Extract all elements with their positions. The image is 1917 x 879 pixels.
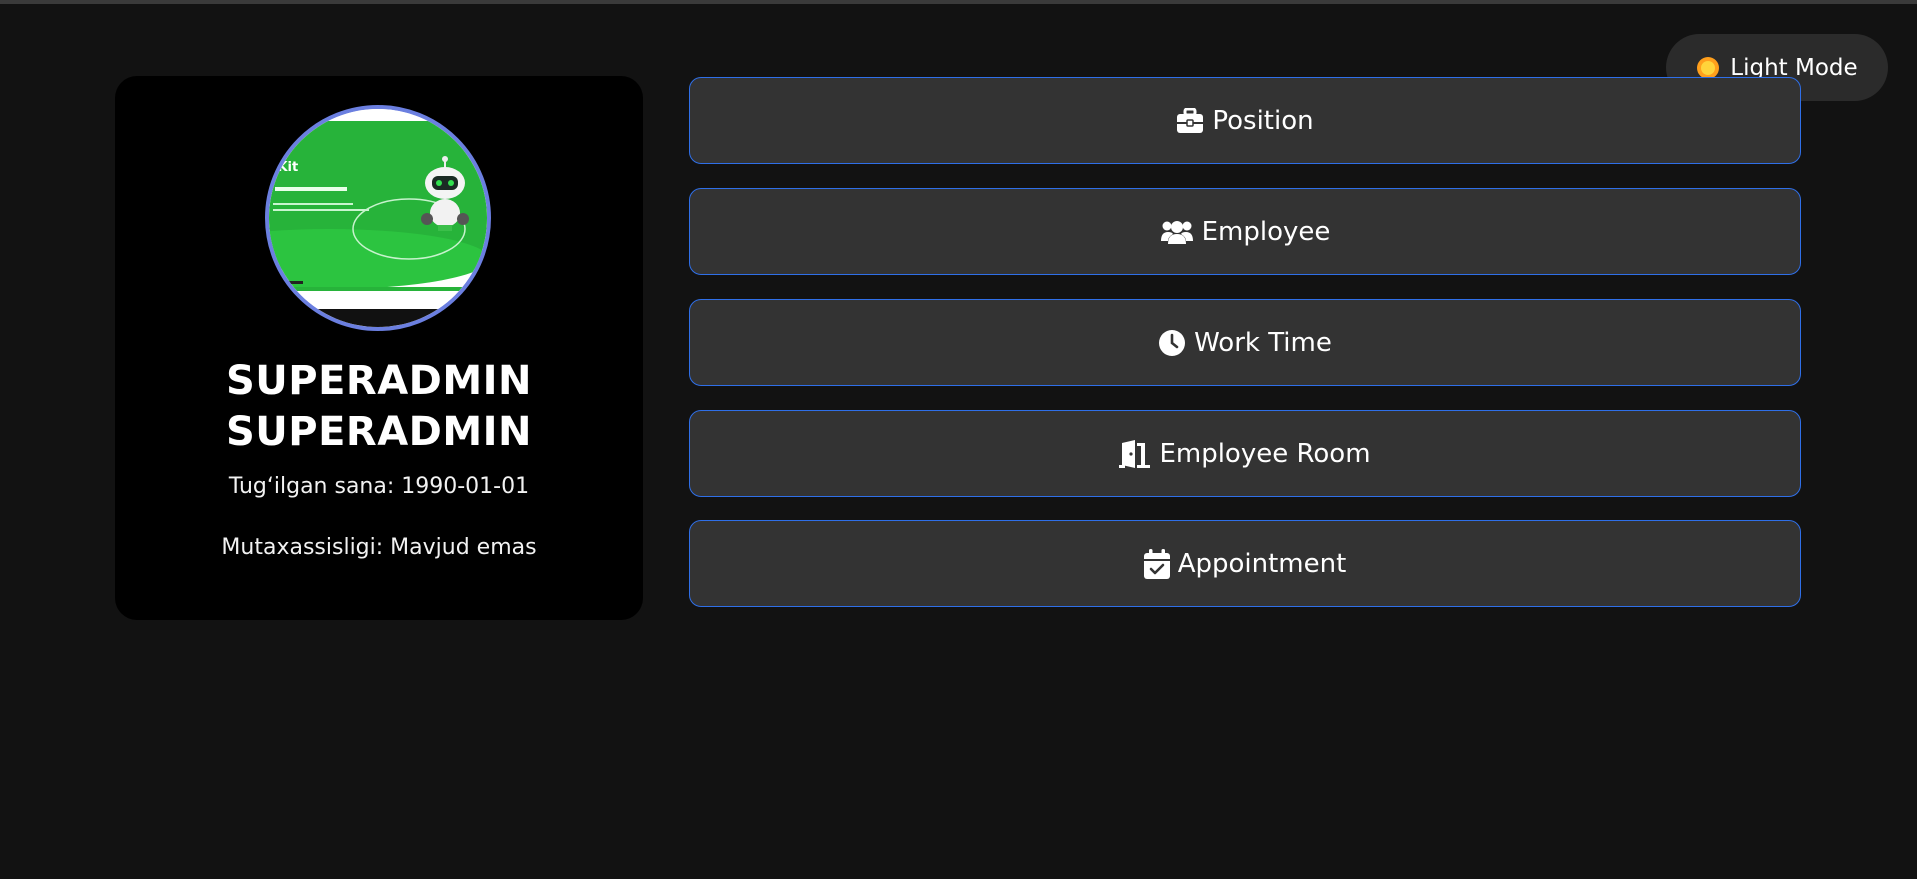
profile-first-name: SUPERADMIN (225, 358, 533, 404)
work-time-button[interactable]: Work Time (689, 299, 1801, 386)
employee-room-button[interactable]: Employee Room (689, 410, 1801, 497)
appointment-label: Appointment (1177, 548, 1347, 579)
profile-name: SUPERADMIN SUPERADMIN (115, 356, 643, 458)
avatar: iKit (265, 105, 491, 331)
window-top-border (0, 0, 1917, 4)
employee-room-label: Employee Room (1159, 438, 1371, 469)
profile-last-name: SUPERADMIN (225, 409, 533, 455)
sun-icon (1696, 56, 1720, 80)
work-time-label: Work Time (1194, 327, 1332, 358)
calendar-check-icon (1143, 548, 1170, 579)
position-button[interactable]: Position (689, 77, 1801, 164)
position-label: Position (1212, 105, 1314, 136)
users-icon (1160, 219, 1194, 245)
briefcase-icon (1176, 107, 1204, 134)
door-open-icon (1119, 439, 1151, 468)
svg-text:iKit: iKit (273, 160, 298, 175)
profile-card: iKit SUPERADMIN SUPERADMIN Tug‘ilgan san… (115, 76, 643, 620)
appointment-button[interactable]: Appointment (689, 520, 1801, 607)
employee-label: Employee (1201, 216, 1331, 247)
specialty-text: Mutaxassisligi: Mavjud emas (221, 535, 537, 560)
clock-icon (1158, 329, 1186, 357)
birth-date-text: Tug‘ilgan sana: 1990-01-01 (228, 474, 530, 499)
employee-button[interactable]: Employee (689, 188, 1801, 275)
